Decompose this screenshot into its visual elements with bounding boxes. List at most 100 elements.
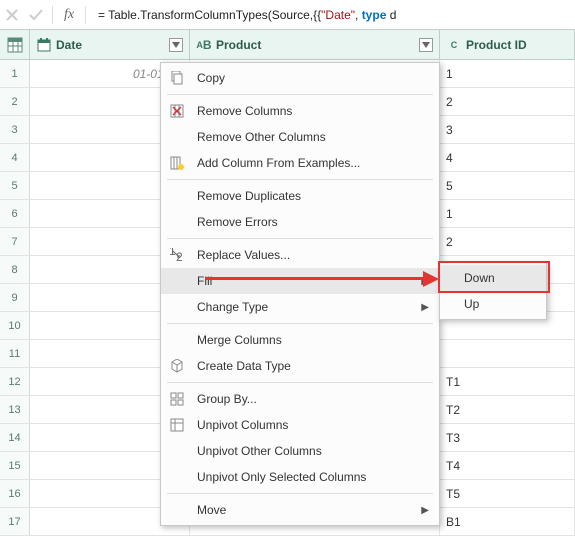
- row-number[interactable]: 10: [0, 312, 30, 339]
- cell-product-id[interactable]: T2: [440, 396, 575, 423]
- cell-product-id[interactable]: 3: [440, 116, 575, 143]
- cancel-icon[interactable]: [0, 3, 24, 27]
- row-number[interactable]: 3: [0, 116, 30, 143]
- cell-product-id[interactable]: 1: [440, 60, 575, 87]
- fx-icon[interactable]: fx: [57, 3, 81, 27]
- menu-separator: [167, 94, 433, 95]
- menu-replace-values[interactable]: 12 Replace Values...: [161, 242, 439, 268]
- cell-product-id[interactable]: T4: [440, 452, 575, 479]
- column-header-product-id[interactable]: C Product ID: [440, 30, 575, 59]
- cell-product-id[interactable]: B1: [440, 508, 575, 535]
- row-number[interactable]: 9: [0, 284, 30, 311]
- blank-icon: [167, 127, 187, 147]
- row-number[interactable]: 11: [0, 340, 30, 367]
- row-number[interactable]: 14: [0, 424, 30, 451]
- menu-separator: [167, 382, 433, 383]
- menu-create-data-type[interactable]: Create Data Type: [161, 353, 439, 379]
- blank-icon: [167, 500, 187, 520]
- context-menu: Copy Remove Columns Remove Other Columns…: [160, 62, 440, 526]
- menu-merge-columns[interactable]: Merge Columns: [161, 327, 439, 353]
- blank-icon: [167, 467, 187, 487]
- column-dropdown-icon[interactable]: [419, 38, 433, 52]
- calendar-icon: [36, 37, 52, 53]
- formula-text[interactable]: = Table.TransformColumnTypes(Source,{{"D…: [90, 8, 575, 22]
- copy-icon: [167, 68, 187, 88]
- remove-column-icon: [167, 101, 187, 121]
- column-header-product[interactable]: AB Product: [190, 30, 440, 59]
- menu-remove-other-columns[interactable]: Remove Other Columns: [161, 124, 439, 150]
- row-number[interactable]: 8: [0, 256, 30, 283]
- menu-copy[interactable]: Copy: [161, 65, 439, 91]
- cell-product-id[interactable]: T1: [440, 368, 575, 395]
- cell-product-id[interactable]: [440, 340, 575, 367]
- menu-add-column-from-examples[interactable]: Add Column From Examples...: [161, 150, 439, 176]
- menu-unpivot-other-columns[interactable]: Unpivot Other Columns: [161, 438, 439, 464]
- cell-product-id[interactable]: 2: [440, 88, 575, 115]
- blank-icon: [167, 212, 187, 232]
- submenu-down[interactable]: Down: [440, 265, 546, 291]
- column-header-date[interactable]: Date: [30, 30, 190, 59]
- menu-separator: [167, 323, 433, 324]
- formula-bar: fx = Table.TransformColumnTypes(Source,{…: [0, 0, 575, 30]
- row-number[interactable]: 12: [0, 368, 30, 395]
- menu-unpivot-selected-columns[interactable]: Unpivot Only Selected Columns: [161, 464, 439, 490]
- menu-separator: [167, 238, 433, 239]
- unpivot-icon: [167, 415, 187, 435]
- row-number[interactable]: 17: [0, 508, 30, 535]
- submenu-arrow-icon: ▶: [421, 276, 429, 287]
- menu-group-by[interactable]: Group By...: [161, 386, 439, 412]
- column-name: Date: [56, 38, 165, 52]
- column-header-row: Date AB Product C Product ID: [0, 30, 575, 60]
- menu-move[interactable]: Move ▶: [161, 497, 439, 523]
- cell-product-id[interactable]: T5: [440, 480, 575, 507]
- cell-product-id[interactable]: T3: [440, 424, 575, 451]
- cell-product-id[interactable]: 4: [440, 144, 575, 171]
- group-icon: [167, 389, 187, 409]
- menu-separator: [167, 493, 433, 494]
- row-number[interactable]: 6: [0, 200, 30, 227]
- menu-separator: [167, 179, 433, 180]
- menu-remove-errors[interactable]: Remove Errors: [161, 209, 439, 235]
- column-name: Product: [216, 38, 415, 52]
- menu-fill[interactable]: Fill ▶: [161, 268, 439, 294]
- data-type-icon: [167, 356, 187, 376]
- row-number[interactable]: 2: [0, 88, 30, 115]
- row-number[interactable]: 15: [0, 452, 30, 479]
- column-dropdown-icon[interactable]: [169, 38, 183, 52]
- formula-keyword: type: [362, 8, 387, 22]
- column-name: Product ID: [466, 38, 568, 52]
- fill-submenu: Down Up: [439, 262, 547, 320]
- blank-icon: [167, 186, 187, 206]
- cell-product-id[interactable]: 2: [440, 228, 575, 255]
- blank-icon: [167, 297, 187, 317]
- row-number[interactable]: 16: [0, 480, 30, 507]
- menu-change-type[interactable]: Change Type ▶: [161, 294, 439, 320]
- replace-icon: 12: [167, 245, 187, 265]
- menu-remove-columns[interactable]: Remove Columns: [161, 98, 439, 124]
- text-type-icon: AB: [196, 37, 212, 53]
- blank-icon: [167, 441, 187, 461]
- formula-eq: =: [98, 8, 108, 22]
- row-number[interactable]: 7: [0, 228, 30, 255]
- menu-unpivot-columns[interactable]: Unpivot Columns: [161, 412, 439, 438]
- submenu-up[interactable]: Up: [440, 291, 546, 317]
- row-number[interactable]: 13: [0, 396, 30, 423]
- cell-product-id[interactable]: 5: [440, 172, 575, 199]
- row-number[interactable]: 1: [0, 60, 30, 87]
- formula-string: "Date": [321, 8, 355, 22]
- blank-icon: [167, 330, 187, 350]
- table-icon: [7, 37, 23, 53]
- table-corner[interactable]: [0, 30, 30, 59]
- submenu-arrow-icon: ▶: [421, 505, 429, 516]
- blank-icon: [167, 271, 187, 291]
- row-number[interactable]: 5: [0, 172, 30, 199]
- menu-remove-duplicates[interactable]: Remove Duplicates: [161, 183, 439, 209]
- cell-product-id[interactable]: 1: [440, 200, 575, 227]
- separator: [52, 6, 53, 24]
- submenu-arrow-icon: ▶: [421, 302, 429, 313]
- formula-fn: Table.TransformColumnTypes: [108, 8, 268, 22]
- confirm-icon[interactable]: [24, 3, 48, 27]
- add-column-icon: [167, 153, 187, 173]
- separator: [85, 6, 86, 24]
- row-number[interactable]: 4: [0, 144, 30, 171]
